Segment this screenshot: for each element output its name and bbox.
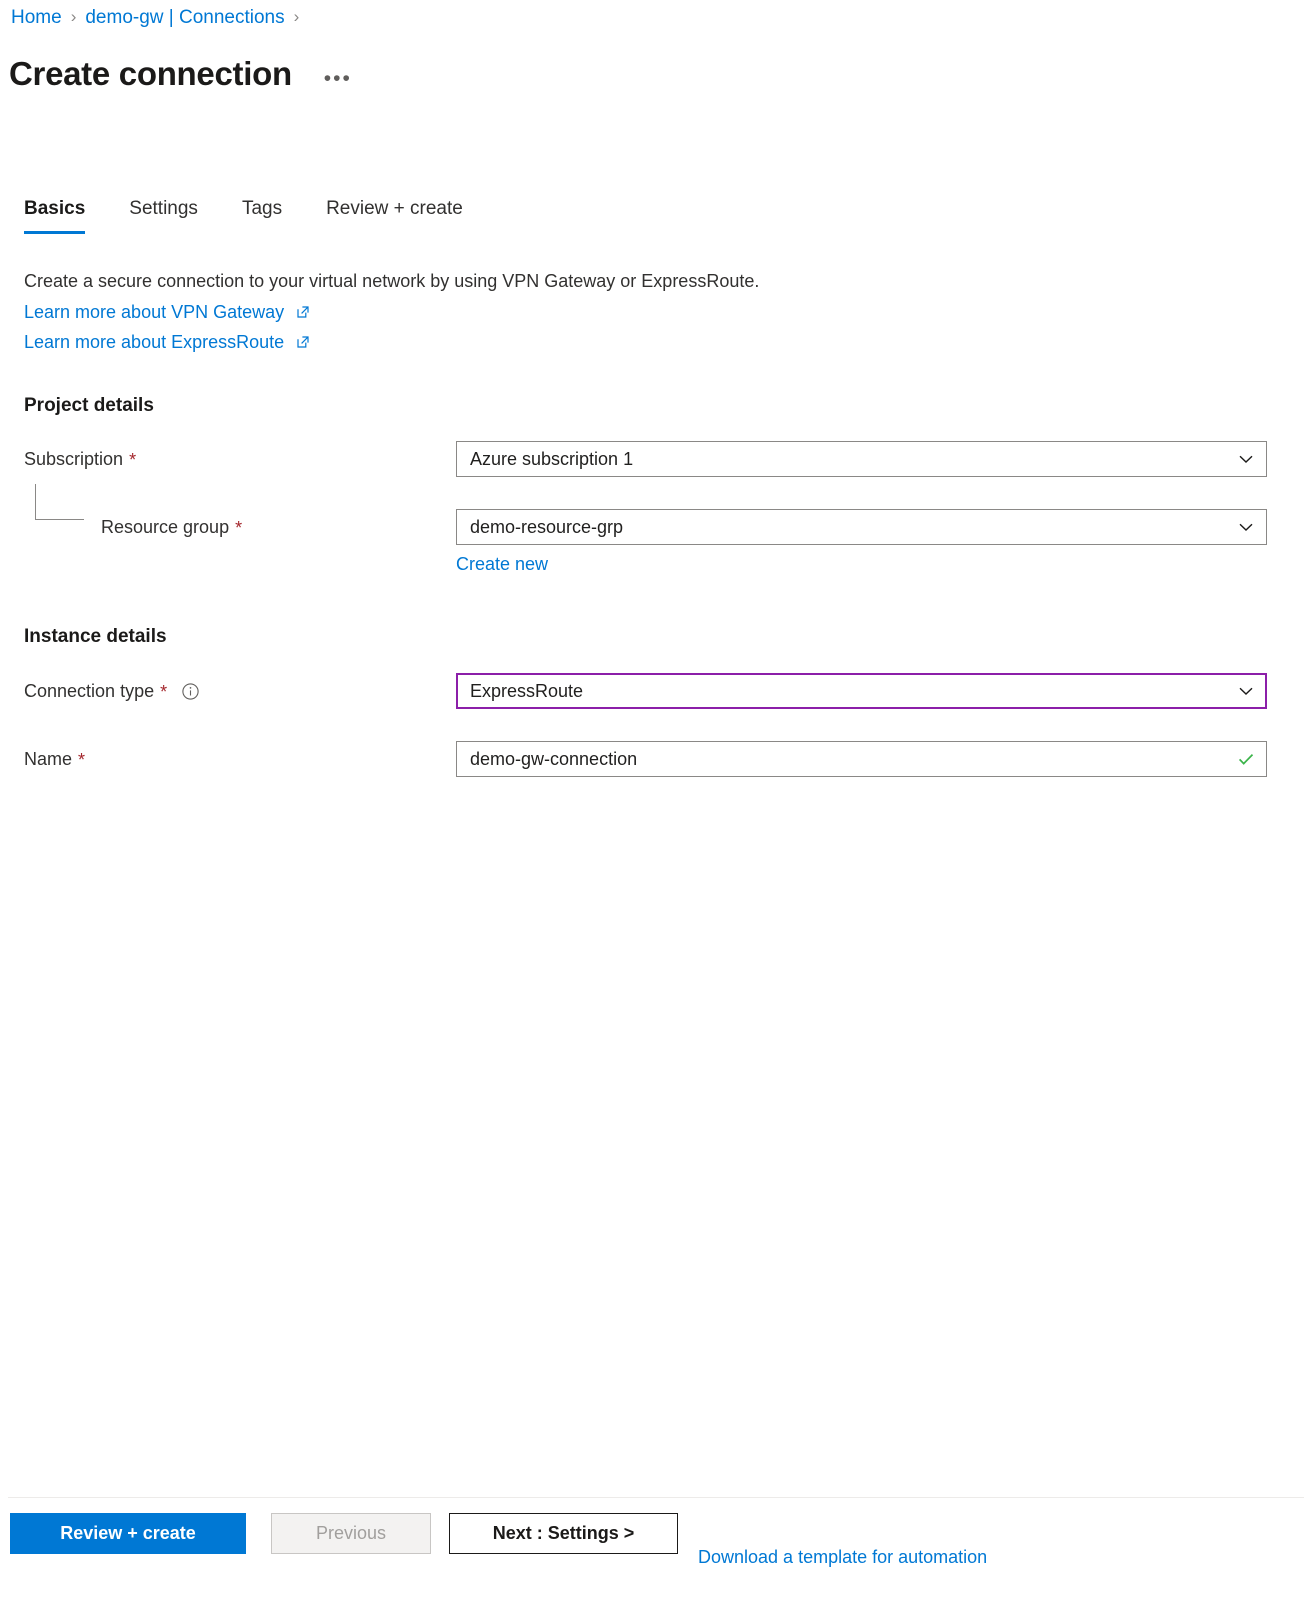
tree-indent-connector: [35, 484, 84, 520]
ellipsis-horizontal-icon[interactable]: •••: [324, 68, 352, 89]
review-create-button[interactable]: Review + create: [10, 1513, 246, 1554]
chevron-down-icon: [1236, 681, 1256, 701]
resource-group-label: Resource group *: [101, 514, 242, 540]
learn-more-expressroute-label: Learn more about ExpressRoute: [24, 332, 285, 352]
tab-basics[interactable]: Basics: [24, 196, 86, 234]
subscription-label: Subscription *: [24, 446, 136, 472]
tab-tags[interactable]: Tags: [242, 196, 282, 234]
required-asterisk: *: [129, 450, 137, 470]
page-title: Create connection: [9, 55, 292, 92]
resource-group-label-text: Resource group: [101, 517, 230, 537]
external-link-icon: [297, 336, 309, 348]
learn-more-expressroute-link[interactable]: Learn more about ExpressRoute: [24, 327, 310, 357]
breadcrumb: Home › demo-gw | Connections ›: [11, 6, 308, 30]
footer-divider: [8, 1497, 1304, 1498]
section-heading-project-details: Project details: [24, 395, 154, 416]
download-template-link[interactable]: Download a template for automation: [698, 1537, 987, 1578]
page-description: Create a secure connection to your virtu…: [24, 271, 760, 291]
connection-type-label-text: Connection type: [24, 681, 155, 701]
tab-settings[interactable]: Settings: [129, 196, 198, 234]
subscription-value: Azure subscription 1: [470, 449, 634, 469]
breadcrumb-chevron-icon: ›: [70, 7, 77, 26]
checkmark-icon: [1236, 749, 1256, 769]
learn-more-links: Learn more about VPN Gateway Learn more …: [24, 297, 310, 357]
resource-group-dropdown[interactable]: demo-resource-grp: [456, 509, 1267, 545]
connection-type-value: ExpressRoute: [470, 681, 584, 701]
wizard-tabs: Basics Settings Tags Review + create: [24, 196, 463, 234]
connection-type-label: Connection type *: [24, 678, 200, 704]
name-value: demo-gw-connection: [470, 749, 638, 769]
create-connection-page: Home › demo-gw | Connections › Create co…: [0, 0, 1312, 1600]
page-header: Create connection •••: [9, 52, 352, 96]
breadcrumb-item-demo-gw-connections[interactable]: demo-gw | Connections: [85, 6, 284, 30]
create-new-resource-group-link[interactable]: Create new: [456, 551, 548, 577]
learn-more-vpn-gateway-label: Learn more about VPN Gateway: [24, 302, 285, 322]
learn-more-vpn-gateway-link[interactable]: Learn more about VPN Gateway: [24, 297, 310, 327]
subscription-dropdown[interactable]: Azure subscription 1: [456, 441, 1267, 477]
name-label-text: Name: [24, 749, 73, 769]
next-settings-button[interactable]: Next : Settings >: [449, 1513, 678, 1554]
tab-review-create[interactable]: Review + create: [326, 196, 463, 234]
required-asterisk: *: [235, 518, 243, 538]
required-asterisk: *: [160, 682, 168, 702]
chevron-down-icon: [1236, 449, 1256, 469]
name-input[interactable]: demo-gw-connection: [456, 741, 1267, 777]
previous-button: Previous: [271, 1513, 431, 1554]
connection-type-dropdown[interactable]: ExpressRoute: [456, 673, 1267, 709]
external-link-icon: [297, 306, 309, 318]
resource-group-value: demo-resource-grp: [470, 517, 624, 537]
breadcrumb-item-home[interactable]: Home: [11, 6, 62, 30]
required-asterisk: *: [78, 750, 86, 770]
chevron-down-icon: [1236, 517, 1256, 537]
info-circle-icon[interactable]: [181, 682, 200, 701]
section-heading-instance-details: Instance details: [24, 626, 167, 647]
wizard-footer: Review + create Previous Next : Settings…: [0, 1506, 1312, 1600]
name-label: Name *: [24, 746, 85, 772]
subscription-label-text: Subscription: [24, 449, 124, 469]
breadcrumb-chevron-icon: ›: [293, 7, 300, 26]
